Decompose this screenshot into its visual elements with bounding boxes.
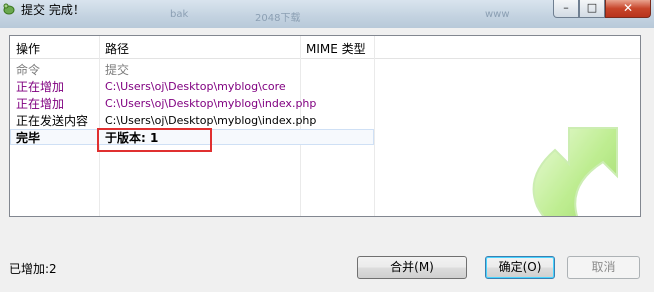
row-action: 完毕: [16, 131, 41, 145]
commit-arrow-icon: [532, 127, 618, 216]
highlight-annotation: [97, 128, 212, 152]
row-path: C:\Users\oj\Desktop\myblog\index.php: [105, 97, 317, 110]
minimize-button[interactable]: –: [553, 0, 579, 18]
column-header-path[interactable]: 路径: [105, 40, 129, 57]
row-action: 正在增加: [16, 97, 65, 111]
background-text: bak: [170, 9, 189, 20]
table-row[interactable]: 正在增加 C:\Users\oj\Desktop\myblog\core: [10, 79, 632, 95]
close-icon: ✕: [622, 1, 634, 15]
row-path: C:\Users\oj\Desktop\myblog\index.php: [105, 114, 317, 127]
column-header-action[interactable]: 操作: [16, 40, 40, 57]
ok-button[interactable]: 确定(O): [485, 256, 555, 279]
title-bar: bak 2048下载 www 提交 完成！ – □ ✕: [0, 0, 654, 28]
maximize-button[interactable]: □: [579, 0, 605, 18]
cancel-button[interactable]: 取消: [567, 256, 640, 279]
row-path: C:\Users\oj\Desktop\myblog\core: [105, 80, 286, 93]
row-path: 提交: [105, 63, 130, 77]
list-header: 操作 路径 MIME 类型: [10, 36, 640, 59]
table-row[interactable]: 命令 提交: [10, 62, 632, 78]
commit-log-list[interactable]: 操作 路径 MIME 类型 命令 提交 正在增加 C:\Users\oj\Des…: [9, 35, 641, 217]
close-button[interactable]: ✕: [605, 0, 651, 18]
merge-button[interactable]: 合并(M): [357, 256, 467, 279]
window-title: 提交 完成！: [21, 3, 85, 17]
tortoise-svn-icon: [3, 3, 15, 15]
background-text: 2048下载: [255, 13, 301, 24]
maximize-icon: □: [586, 1, 598, 14]
table-row[interactable]: 正在增加 C:\Users\oj\Desktop\myblog\index.ph…: [10, 96, 632, 112]
row-action: 命令: [16, 63, 41, 77]
status-added-count: 已增加:2: [9, 262, 57, 276]
column-header-mime[interactable]: MIME 类型: [306, 40, 366, 57]
row-action: 正在发送内容: [16, 114, 89, 128]
background-text: www: [485, 9, 510, 20]
row-action: 正在增加: [16, 80, 65, 94]
minimize-icon: –: [563, 1, 569, 14]
